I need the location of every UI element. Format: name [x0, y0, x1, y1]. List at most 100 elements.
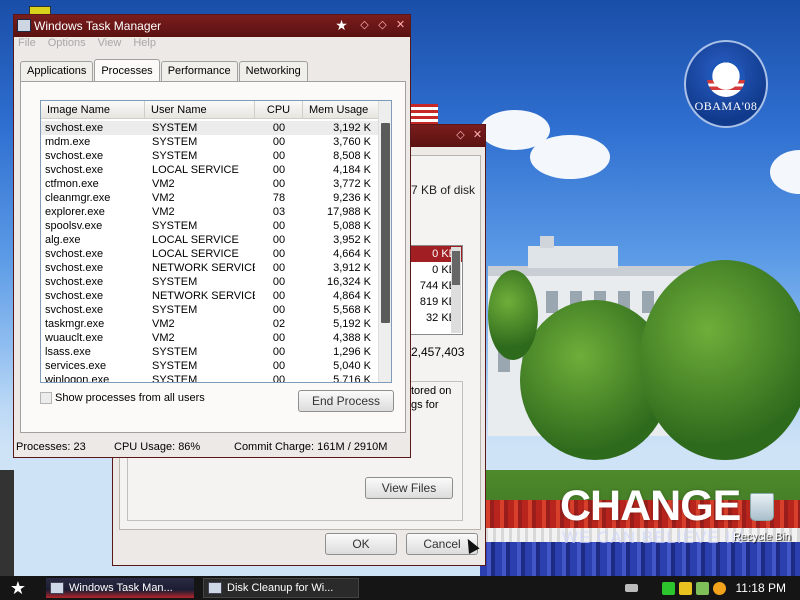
cell-user: LOCAL SERVICE	[152, 248, 239, 260]
menu-options[interactable]: Options	[48, 37, 86, 55]
cell-user: LOCAL SERVICE	[152, 164, 239, 176]
cell-name: taskmgr.exe	[45, 318, 105, 330]
scrollbar-thumb[interactable]	[452, 251, 460, 285]
cell-cpu: 00	[272, 164, 286, 176]
status-processes: Processes: 23	[16, 441, 86, 453]
scrollbar[interactable]	[451, 247, 461, 333]
cell-name: svchost.exe	[45, 262, 104, 274]
tab-networking[interactable]: Networking	[238, 61, 308, 81]
recycle-bin[interactable]: Recycle Bin	[733, 493, 791, 543]
cell-mem: 3,192 K	[333, 122, 371, 134]
cell-name: services.exe	[45, 360, 107, 372]
column-user-name[interactable]: User Name	[145, 101, 255, 119]
table-row[interactable]: wuauclt.exe VM2 00 4,388 K	[41, 331, 379, 345]
tab-applications[interactable]: Applications	[20, 61, 94, 81]
close-icon[interactable]: ✕	[393, 18, 408, 33]
cell-name: ctfmon.exe	[45, 178, 99, 190]
cell-user: SYSTEM	[152, 150, 198, 162]
taskbar-button-disk-cleanup[interactable]: Disk Cleanup for Wi...	[203, 578, 359, 598]
table-row[interactable]: mdm.exe SYSTEM 00 3,760 K	[41, 135, 379, 149]
clock[interactable]: 11:18 PM	[736, 576, 786, 600]
cell-name: lsass.exe	[45, 346, 91, 358]
star-start-icon[interactable]: ★	[10, 578, 26, 598]
cell-user: NETWORK SERVICE	[152, 262, 255, 274]
cell-mem: 4,388 K	[333, 332, 371, 344]
table-row[interactable]: spoolsv.exe SYSTEM 00 5,088 K	[41, 219, 379, 233]
tree	[488, 270, 538, 360]
cell-user: VM2	[152, 318, 175, 330]
tab-processes[interactable]: Processes	[94, 59, 160, 81]
column-cpu[interactable]: CPU	[255, 101, 303, 119]
cell-mem: 8,508 K	[333, 150, 371, 162]
cell-mem: 3,952 K	[333, 234, 371, 246]
tab-performance[interactable]: Performance	[160, 61, 238, 81]
menu-file[interactable]: File	[18, 37, 36, 55]
table-row[interactable]: lsass.exe SYSTEM 00 1,296 K	[41, 345, 379, 359]
cell-name: winlogon.exe	[45, 374, 110, 383]
taskbar-button-label: Windows Task Man...	[69, 582, 173, 594]
close-icon[interactable]: ✕	[470, 128, 485, 143]
menu-view[interactable]: View	[98, 37, 122, 55]
table-row[interactable]: svchost.exe SYSTEM 00 3,192 K	[41, 121, 379, 135]
process-list[interactable]: Image Name User Name CPU Mem Usage svcho…	[40, 100, 392, 383]
show-all-label: Show processes from all users	[55, 392, 205, 404]
cell-name: svchost.exe	[45, 164, 104, 176]
taskbar-button-label: Disk Cleanup for Wi...	[227, 582, 334, 594]
cell-mem: 5,088 K	[333, 220, 371, 232]
network-icon[interactable]	[696, 581, 709, 595]
green-status-icon[interactable]	[662, 581, 675, 595]
star-icon[interactable]: ★	[334, 18, 349, 33]
view-files-button[interactable]: View Files	[365, 477, 453, 499]
checkbox-icon[interactable]	[40, 392, 52, 404]
table-row[interactable]: taskmgr.exe VM2 02 5,192 K	[41, 317, 379, 331]
end-process-button[interactable]: End Process	[298, 390, 394, 412]
ok-button[interactable]: OK	[325, 533, 397, 555]
column-mem-usage[interactable]: Mem Usage	[303, 101, 379, 119]
table-row[interactable]: svchost.exe SYSTEM 00 5,568 K	[41, 303, 379, 317]
cell-mem: 4,864 K	[333, 290, 371, 302]
table-row[interactable]: svchost.exe NETWORK SERVICE 00 3,912 K	[41, 261, 379, 275]
cell-name: svchost.exe	[45, 150, 104, 162]
maximize-icon[interactable]: ◇	[375, 18, 390, 33]
cell-user: SYSTEM	[152, 360, 198, 372]
start-button[interactable]: ★	[0, 576, 36, 600]
cell-cpu: 00	[272, 360, 286, 372]
table-row[interactable]: cleanmgr.exe VM2 78 9,236 K	[41, 191, 379, 205]
search-icon[interactable]	[713, 581, 726, 595]
cell-mem: 5,192 K	[333, 318, 371, 330]
taskbar-button-task-manager[interactable]: Windows Task Man...	[46, 578, 194, 598]
cell-user: VM2	[152, 178, 175, 190]
disk-files-list[interactable]: 0 KB 0 KB 744 KB 819 KB 32 KB	[409, 245, 463, 335]
cell-cpu: 00	[272, 136, 286, 148]
menu-bar: File Options View Help	[18, 37, 156, 55]
table-row[interactable]: svchost.exe NETWORK SERVICE 00 4,864 K	[41, 289, 379, 303]
restore-icon[interactable]: ◇	[453, 128, 468, 143]
security-shield-icon[interactable]	[679, 581, 692, 595]
show-all-processes-checkbox[interactable]: Show processes from all users	[40, 392, 205, 404]
description-text: tored on	[411, 385, 452, 397]
cell-user: SYSTEM	[152, 136, 198, 148]
table-row[interactable]: alg.exe LOCAL SERVICE 00 3,952 K	[41, 233, 379, 247]
scrollbar-thumb[interactable]	[381, 123, 390, 323]
cell-mem: 3,912 K	[333, 262, 371, 274]
table-row[interactable]: winlogon.exe SYSTEM 00 5,716 K	[41, 373, 379, 383]
table-row[interactable]: svchost.exe SYSTEM 00 16,324 K	[41, 275, 379, 289]
keyboard-icon[interactable]	[625, 584, 638, 592]
table-row[interactable]: svchost.exe LOCAL SERVICE 00 4,184 K	[41, 163, 379, 177]
table-row[interactable]: services.exe SYSTEM 00 5,040 K	[41, 359, 379, 373]
cell-cpu: 00	[272, 150, 286, 162]
recycle-bin-icon[interactable]	[750, 493, 774, 521]
table-row[interactable]: svchost.exe LOCAL SERVICE 00 4,664 K	[41, 247, 379, 261]
table-row[interactable]: svchost.exe SYSTEM 00 8,508 K	[41, 149, 379, 163]
cell-cpu: 00	[272, 122, 286, 134]
minimize-icon[interactable]: ◇	[357, 18, 372, 33]
task-manager-titlebar[interactable]: Windows Task Manager ★ ◇ ◇ ✕	[14, 15, 410, 37]
table-row[interactable]: ctfmon.exe VM2 00 3,772 K	[41, 177, 379, 191]
scrollbar[interactable]	[378, 101, 391, 382]
task-manager-icon	[50, 582, 64, 594]
cell-name: explorer.exe	[45, 206, 105, 218]
column-image-name[interactable]: Image Name	[41, 101, 145, 119]
cell-name: cleanmgr.exe	[45, 192, 111, 204]
menu-help[interactable]: Help	[133, 37, 156, 55]
table-row[interactable]: explorer.exe VM2 03 17,988 K	[41, 205, 379, 219]
